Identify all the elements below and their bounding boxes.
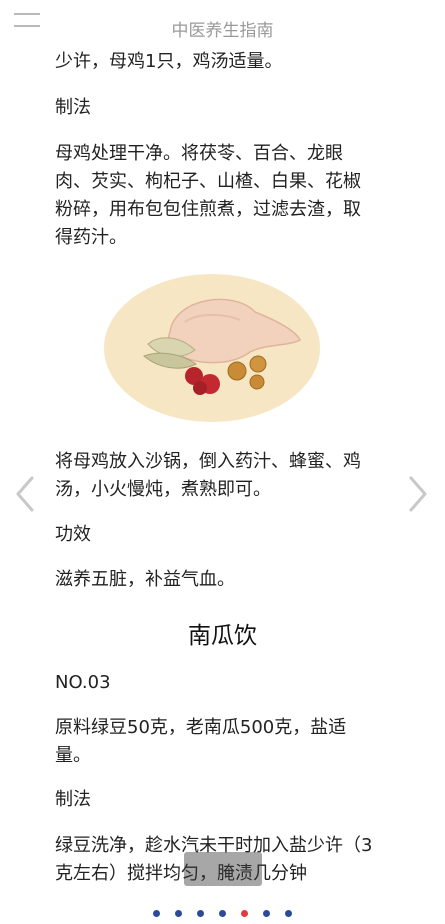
method-heading: 制法 — [55, 97, 91, 118]
page-dot[interactable] — [152, 910, 160, 917]
chevron-left-icon[interactable] — [12, 474, 38, 514]
effect-text: 滋养五脏，补益气血。 — [55, 569, 235, 590]
toast-overlay — [184, 852, 262, 886]
dish-illustration — [100, 272, 324, 424]
recipe-number: NO.03 — [55, 672, 111, 693]
page-dot[interactable] — [174, 910, 182, 917]
ingredients-text: 少许，母鸡1只，鸡汤适量。 — [55, 51, 283, 72]
recipe-title: 南瓜饮 — [188, 623, 257, 649]
page-dot-active[interactable] — [241, 910, 249, 917]
cooking-text: 将母鸡放入沙锅，倒入药汁、蜂蜜、鸡汤，小火慢炖，煮熟即可。 — [55, 451, 361, 500]
page-indicator — [0, 903, 445, 917]
page-dot[interactable] — [263, 910, 271, 917]
page-dot[interactable] — [219, 910, 226, 917]
method-text: 母鸡处理干净。将茯苓、百合、龙眼肉、芡实、枸杞子、山楂、白果、花椒粉碎，用布包包… — [55, 143, 361, 248]
page-dot[interactable] — [196, 910, 204, 917]
app-header: 中医养生指南 — [0, 0, 445, 52]
method-heading-2: 制法 — [55, 789, 91, 810]
ingredients-text-2: 原料绿豆50克，老南瓜500克，盐适量。 — [55, 717, 347, 766]
page-title: 中医养生指南 — [171, 21, 274, 41]
page-dot[interactable] — [285, 910, 293, 917]
effect-heading: 功效 — [55, 524, 91, 545]
chevron-right-icon[interactable] — [405, 474, 431, 514]
